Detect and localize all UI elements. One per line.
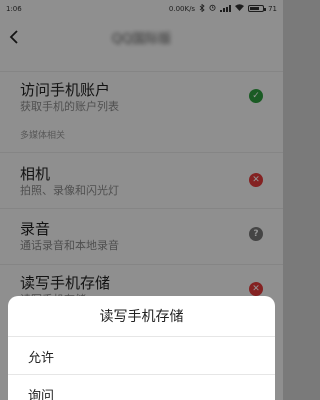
app-screen: 1:06 0.00K/s 71 QQ国际版 访问手机账户 获取手机的账户列表 ✓… xyxy=(0,0,283,400)
option-label: 允许 xyxy=(28,351,55,366)
permission-dialog: 读写手机存储 允许 询问 xyxy=(8,296,275,400)
dialog-title: 读写手机存储 xyxy=(99,309,184,325)
option-allow[interactable]: 允许 xyxy=(8,336,275,374)
option-label: 询问 xyxy=(28,389,55,400)
option-ask[interactable]: 询问 xyxy=(8,374,275,400)
